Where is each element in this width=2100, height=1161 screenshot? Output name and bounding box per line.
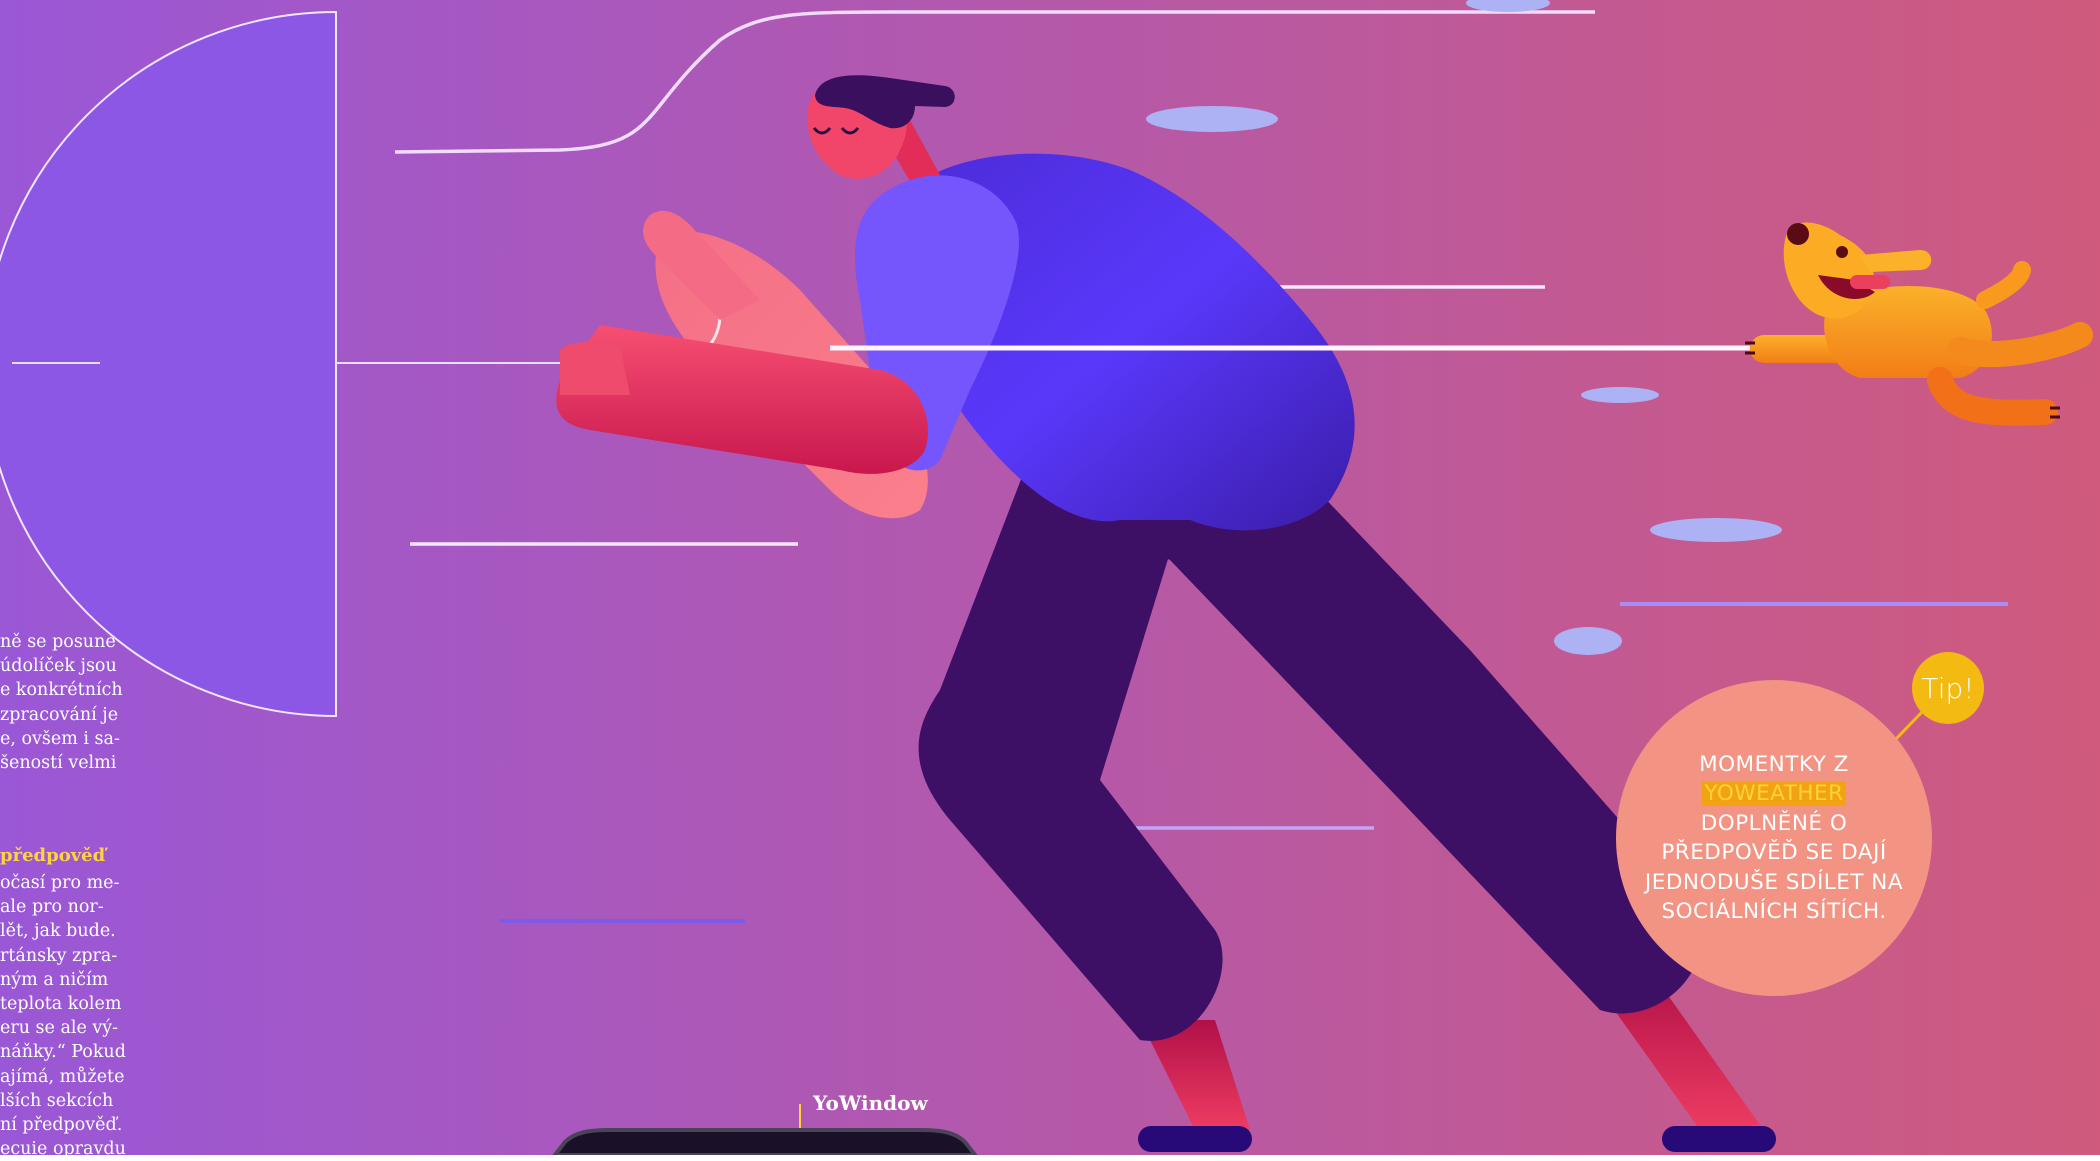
article-line: ní předpověď.	[0, 1115, 123, 1136]
article-line: lších sekcích	[0, 1090, 114, 1111]
tip-text-after: DOPLNĚNÉ O PŘEDPOVĚĎ SE DAJÍ JEDNODUŠE S…	[1644, 810, 1904, 925]
shoe	[1662, 1126, 1776, 1152]
cloud	[1581, 387, 1659, 403]
dog-tongue	[1850, 275, 1890, 289]
article-text-lower: očasí pro me- ale pro nor- lět, jak bude…	[0, 871, 138, 1161]
article-line: lět, jak bude.	[0, 921, 116, 942]
shoe	[1138, 1126, 1252, 1152]
article-line: teplota kolem	[0, 994, 122, 1015]
dog-eye	[1836, 246, 1848, 258]
article-line: zpracování je	[0, 704, 119, 725]
article-line: ale pro nor-	[0, 897, 104, 918]
tip-bubble: MOMENTKY Z YOWEATHER DOPLNĚNÉ O PŘEDPOVĚ…	[1616, 680, 1932, 996]
cloud	[1554, 627, 1622, 655]
article-line: náňky.“ Pokud	[0, 1042, 126, 1063]
article-line: ným a ničím	[0, 969, 109, 990]
article-line: ně se posune	[0, 632, 116, 652]
dog-eye	[1787, 223, 1809, 245]
tip-highlight: YOWEATHER	[1702, 781, 1846, 806]
article-line: eru se ale vý-	[0, 1018, 119, 1039]
cloud	[1650, 518, 1782, 542]
phone-top-edge	[552, 1128, 978, 1155]
article-line: rtánsky zpra-	[0, 945, 118, 966]
article-line: ecuie opravdu	[0, 1139, 126, 1160]
article-subheading: předpověď	[0, 845, 106, 866]
app-label: YoWindow	[813, 1091, 928, 1115]
fingers	[560, 341, 630, 395]
article-line: e konkrétních	[0, 680, 123, 701]
article-line: e, ovšem i sa-	[0, 728, 120, 749]
article-line: ajímá, můžete	[0, 1066, 125, 1087]
cloud	[1146, 106, 1278, 132]
article-line: šeností velmi	[0, 753, 117, 774]
tip-badge: Tip!	[1912, 652, 1984, 724]
article-line: očasí pro me-	[0, 873, 120, 893]
article-line: údolíček jsou	[0, 656, 117, 677]
tip-text: MOMENTKY Z YOWEATHER DOPLNĚNÉ O PŘEDPOVĚ…	[1639, 750, 1909, 927]
tip-text-before: MOMENTKY Z	[1699, 751, 1849, 777]
app-label-marker	[799, 1104, 801, 1128]
article-text-upper: ně se posune údolíček jsou e konkrétních…	[0, 630, 138, 775]
